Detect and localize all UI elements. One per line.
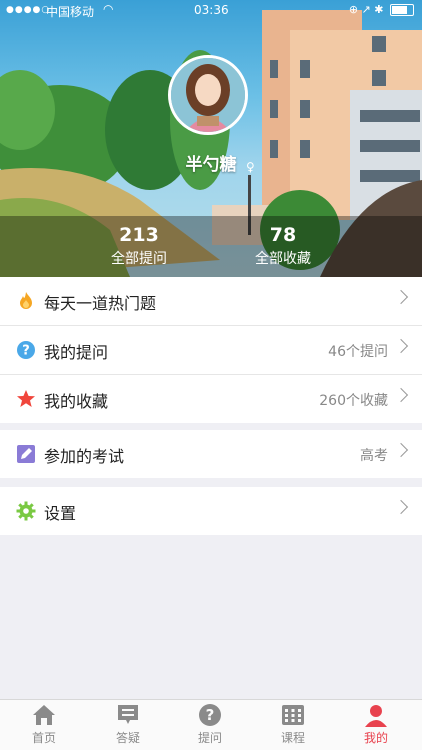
menu-item-exams[interactable]: 参加的考试 高考: [0, 430, 422, 478]
chevron-right-icon: [393, 442, 409, 458]
chevron-right-icon: [393, 499, 409, 515]
profile-icon: [365, 705, 387, 727]
chevron-right-icon: [393, 289, 409, 305]
battery-icon: [390, 4, 414, 16]
questions-stat[interactable]: 213 全部提问: [79, 224, 199, 268]
status-icons: ⊕ ↗ ✱: [348, 3, 384, 16]
tab-home[interactable]: 首页: [2, 703, 86, 746]
questions-count: 213: [119, 224, 159, 246]
menu-item-daily-hot-question[interactable]: 每天一道热门题: [0, 277, 422, 326]
tab-label: 答疑: [115, 731, 140, 745]
gear-icon: [16, 501, 36, 521]
carrier-label: 中国移动: [46, 5, 95, 19]
avatar-image: [171, 58, 245, 132]
tab-label: 首页: [31, 731, 56, 745]
tab-answers[interactable]: 答疑: [86, 703, 170, 746]
favorites-count-value: 260个收藏: [319, 393, 388, 409]
svg-text:?: ?: [22, 344, 30, 359]
signal-icon: ●●●●○: [6, 5, 51, 15]
pencil-icon: [17, 445, 35, 463]
menu-item-label: 我的提问: [44, 343, 109, 362]
chevron-right-icon: [393, 387, 409, 403]
svg-text:?: ?: [206, 706, 215, 724]
favorites-label: 全部收藏: [255, 251, 311, 267]
menu-item-label: 我的收藏: [44, 392, 109, 411]
clock: 03:36: [194, 3, 229, 17]
exam-value: 高考: [360, 448, 388, 464]
nickname: 半勺糖: [185, 155, 237, 175]
status-bar: ●●●●○ 中国移动 ◠ 03:36 ⊕ ↗ ✱: [0, 0, 422, 22]
questions-label: 全部提问: [111, 251, 167, 267]
menu-item-settings[interactable]: 设置: [0, 487, 422, 535]
tab-label: 课程: [280, 731, 305, 745]
wifi-icon: ◠: [103, 2, 114, 16]
favorites-stat[interactable]: 78 全部收藏: [223, 224, 343, 268]
menu-group-1: 每天一道热门题 ? 我的提问 46个提问 我的收藏 260个收藏: [0, 277, 422, 423]
ask-icon: ?: [199, 704, 221, 726]
menu-item-label: 每天一道热门题: [44, 294, 157, 313]
menu-item-my-favorites[interactable]: 我的收藏 260个收藏: [0, 375, 422, 423]
tab-ask[interactable]: ? 提问: [168, 703, 252, 746]
avatar[interactable]: [168, 55, 248, 135]
female-icon: ♀: [246, 160, 255, 174]
question-icon: ?: [17, 341, 35, 359]
questions-count-value: 46个提问: [328, 344, 388, 360]
home-icon: [33, 705, 55, 725]
course-icon: [282, 705, 304, 725]
tab-profile[interactable]: 我的: [334, 703, 418, 746]
star-icon: [17, 390, 35, 407]
menu-group-2: 参加的考试 高考: [0, 430, 422, 478]
status-right-icons: ⊕ ↗ ✱: [349, 3, 414, 16]
menu-item-label: 设置: [44, 504, 77, 523]
menu-group-3: 设置: [0, 487, 422, 535]
chevron-right-icon: [393, 338, 409, 354]
stats-bar: 213 全部提问 78 全部收藏: [0, 216, 422, 277]
favorites-count: 78: [269, 224, 297, 246]
flame-icon: [20, 292, 32, 309]
tab-label: 提问: [197, 731, 222, 745]
menu-item-my-questions[interactable]: ? 我的提问 46个提问: [0, 326, 422, 375]
menu-item-label: 参加的考试: [44, 447, 125, 466]
tab-courses[interactable]: 课程: [251, 703, 335, 746]
profile-header: ●●●●○ 中国移动 ◠ 03:36 ⊕ ↗ ✱ 半勺糖 ♀ 213 全部提问 …: [0, 0, 422, 277]
tab-bar: 首页 答疑 ? 提问 课程 我的: [0, 699, 422, 750]
answer-icon: [118, 705, 138, 724]
tab-label: 我的: [363, 731, 388, 745]
